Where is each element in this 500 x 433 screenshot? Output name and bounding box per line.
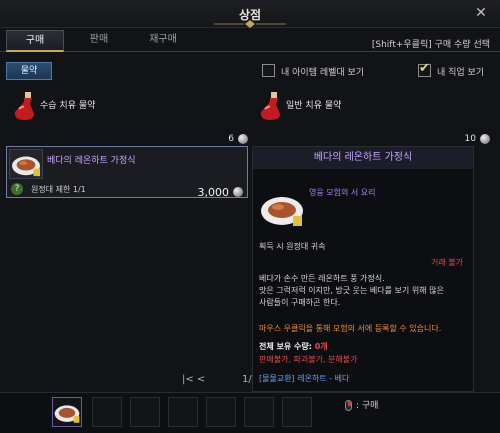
dish-icon [9, 149, 43, 179]
tooltip-trade: 거래 불가 [431, 258, 463, 267]
inventory-slot[interactable] [244, 397, 274, 427]
selected-shop-item[interactable]: 베다의 레온하트 가정식 ? 원정대 제한 1/1 3,000 [6, 146, 248, 199]
inventory-slot[interactable] [168, 397, 198, 427]
coin-icon [238, 134, 248, 144]
inventory-slot[interactable] [282, 397, 312, 427]
shift-click-hint: [Shift+우클릭] 구매 수량 선택 [371, 40, 490, 50]
title-bar: 상점 ✕ [0, 0, 500, 28]
tooltip-desc-line: 사람들이 구매하곤 한다. [259, 298, 341, 307]
inventory-slot[interactable] [206, 397, 236, 427]
page-indicator: 1/ [242, 374, 252, 385]
tab-rebuy[interactable]: 재구매 [132, 30, 194, 52]
inventory-slot[interactable] [130, 397, 160, 427]
coin-icon [480, 134, 490, 144]
checkbox-label: 내 직업 보기 [437, 68, 485, 78]
question-icon: ? [11, 183, 23, 195]
mouse-right-click-icon [345, 400, 352, 411]
owned-label: 전체 보유 수량: [259, 342, 315, 351]
tooltip-subtitle: 영웅 모험의 서 요리 [309, 188, 376, 197]
item-name: 일반 치유 물약 [286, 101, 342, 111]
tooltip-restrictions: 판매불가, 파괴불가, 분해불가 [259, 355, 358, 364]
tooltip-desc-line: 베다가 손수 만든 레온하트 풍 가정식. [259, 274, 385, 283]
owned-value: 0개 [314, 342, 328, 351]
tab-bar: 구매 판매 재구매 [Shift+우클릭] 구매 수량 선택 [0, 28, 500, 52]
tab-sell[interactable]: 판매 [74, 30, 124, 52]
title-ornament-icon [214, 20, 286, 28]
item-limit: 원정대 제한 1/1 [31, 185, 86, 194]
checkmark-icon: ✔ [419, 61, 430, 76]
close-icon[interactable]: ✕ [472, 4, 490, 22]
shop-item[interactable]: 수습 치유 물약 6 [6, 92, 248, 144]
inventory-bar [0, 392, 500, 433]
item-price: 6 [228, 134, 234, 144]
tab-buy[interactable]: 구매 [6, 30, 64, 52]
item-price: 10 [464, 134, 476, 144]
tooltip-desc-line: 맛은 그럭저럭 이지만, 방긋 웃는 베다를 보기 위해 많은 [259, 286, 444, 295]
item-tooltip: 베다의 레온하트 가정식 영웅 모험의 서 요리 획득 시 원정대 귀속 거래 … [252, 146, 474, 392]
tooltip-title: 베다의 레온하트 가정식 [253, 147, 473, 169]
checkbox-label: 내 아이템 레벨대 보기 [281, 68, 365, 78]
shop-item[interactable]: 일반 치유 물약 10 [252, 92, 490, 144]
tooltip-owned: 전체 보유 수량: 0개 [259, 341, 328, 352]
item-price: 3,000 [197, 186, 230, 199]
filter-potion-button[interactable]: 물약 [6, 62, 52, 80]
item-name: 수습 치유 물약 [40, 101, 96, 111]
tooltip-usage: 마우스 우클릭을 통해 모험의 서에 등록할 수 있습니다. [259, 324, 442, 333]
red-potion-icon [260, 92, 280, 120]
inventory-slot[interactable] [92, 397, 122, 427]
tooltip-bind: 획득 시 원정대 귀속 [259, 242, 326, 251]
dish-icon [261, 197, 303, 226]
pager-prev-icon[interactable]: |< < [182, 374, 205, 385]
red-potion-icon [14, 92, 34, 120]
item-name: 베다의 레온하트 가정식 [47, 156, 136, 166]
checkbox-box[interactable] [262, 64, 275, 77]
dish-icon [54, 405, 80, 423]
coin-icon [233, 187, 243, 197]
buy-hint: : 구매 [356, 401, 379, 411]
inventory-slot[interactable] [52, 397, 82, 427]
tooltip-exchange: [물물교환] 레온하트 - 베다 [259, 374, 350, 383]
